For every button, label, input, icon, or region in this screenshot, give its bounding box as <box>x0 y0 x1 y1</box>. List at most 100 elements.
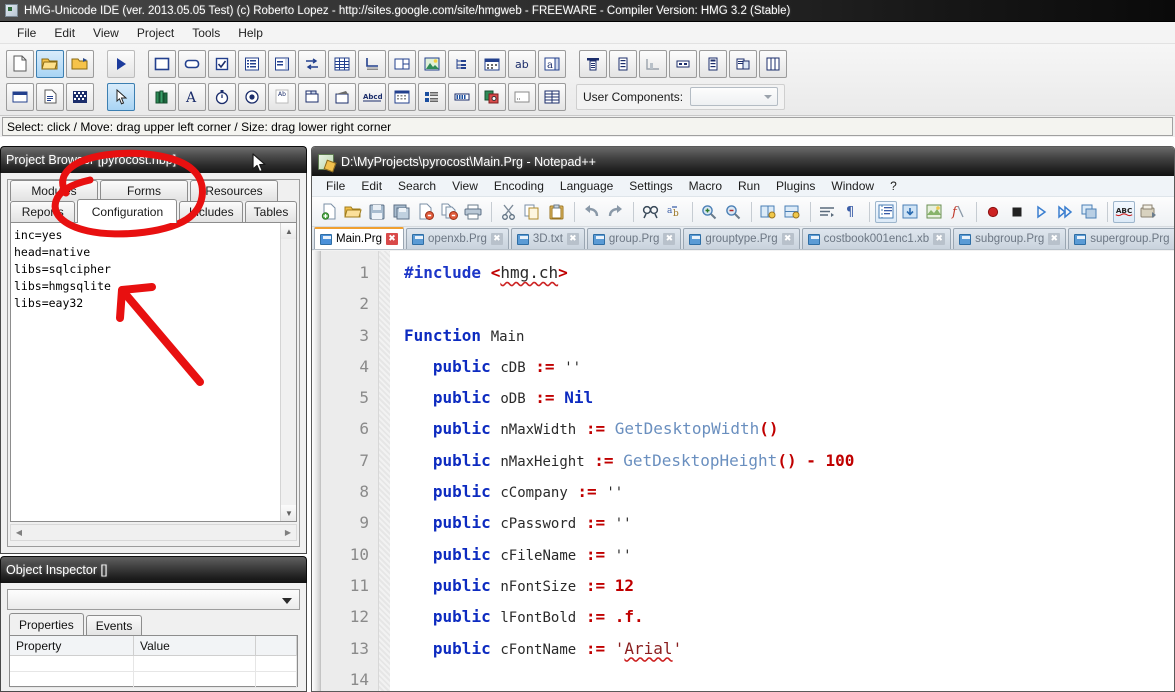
find-icon[interactable] <box>639 201 661 223</box>
open-folder-icon[interactable] <box>36 50 64 78</box>
tab-events[interactable]: Events <box>86 615 143 635</box>
table-icon[interactable] <box>538 83 566 111</box>
report-chart-icon[interactable] <box>639 50 667 78</box>
new-document-icon[interactable] <box>318 201 340 223</box>
table-row[interactable] <box>10 656 297 672</box>
npp-menu-search[interactable]: Search <box>390 178 444 194</box>
tab-forms[interactable]: Forms <box>100 180 188 201</box>
cut-icon[interactable] <box>497 201 519 223</box>
close-icon[interactable]: ✖ <box>491 233 503 245</box>
indent-guide-icon[interactable] <box>875 201 897 223</box>
datepicker-control-icon[interactable] <box>478 50 506 78</box>
label-control-icon[interactable]: ab <box>508 50 536 78</box>
font-icon[interactable]: A <box>178 83 206 111</box>
object-selector-combo[interactable] <box>7 589 300 610</box>
animate-icon[interactable] <box>328 83 356 111</box>
radio-group-icon[interactable] <box>298 50 326 78</box>
listview-icon[interactable] <box>418 83 446 111</box>
configuration-horizontal-scrollbar[interactable]: ◀ ▶ <box>10 524 297 541</box>
document-icon[interactable] <box>36 83 64 111</box>
statusbar-icon[interactable] <box>508 83 536 111</box>
function-list-icon[interactable]: f <box>947 201 969 223</box>
zoom-out-icon[interactable] <box>722 201 744 223</box>
menu-help[interactable]: Help <box>229 24 272 42</box>
scroll-down-icon[interactable]: ▼ <box>281 505 297 521</box>
npp-menu-file[interactable]: File <box>318 178 353 194</box>
tab-configuration[interactable]: Configuration <box>77 199 177 223</box>
run-macro-multiple-icon[interactable] <box>1054 201 1076 223</box>
open-file-icon[interactable] <box>342 201 364 223</box>
tab-tables[interactable]: Tables <box>245 201 297 222</box>
print-icon[interactable] <box>462 201 484 223</box>
splitbox-control-icon[interactable] <box>388 50 416 78</box>
run-icon[interactable] <box>1137 201 1159 223</box>
tab-modules[interactable]: Modules <box>10 180 98 201</box>
document-tab-supergroup-prg[interactable]: supergroup.Prg ✖ <box>1068 228 1174 249</box>
browse-control-icon[interactable] <box>358 50 386 78</box>
treeview-control-icon[interactable] <box>448 50 476 78</box>
copy-icon[interactable] <box>521 201 543 223</box>
tab-properties[interactable]: Properties <box>9 613 84 635</box>
checkbox-control-icon[interactable] <box>208 50 236 78</box>
scroll-right-icon[interactable]: ▶ <box>280 525 296 540</box>
menu-file[interactable]: File <box>8 24 45 42</box>
close-icon[interactable]: ✖ <box>386 233 398 245</box>
grid-control-icon[interactable] <box>328 50 356 78</box>
document-tab-grouptype-prg[interactable]: grouptype.Prg ✖ <box>683 228 799 249</box>
pointer-select-icon[interactable] <box>107 83 135 111</box>
document-tab-main-prg[interactable]: Main.Prg ✖ <box>314 227 404 249</box>
spellcheck-abcd-icon[interactable]: Abcd <box>358 83 386 111</box>
code-editor[interactable]: 1 2 3 4 5 6 7 8 9 10 11 12 13 14 15 16 1… <box>312 251 1174 691</box>
save-macro-icon[interactable] <box>1078 201 1100 223</box>
listbox-control-icon[interactable] <box>238 50 266 78</box>
npp-menu-help[interactable]: ? <box>882 178 905 194</box>
code-folding-margin[interactable] <box>379 251 390 691</box>
redo-icon[interactable] <box>604 201 626 223</box>
table-row[interactable] <box>10 672 297 688</box>
npp-menu-run[interactable]: Run <box>730 178 768 194</box>
close-all-documents-icon[interactable] <box>438 201 460 223</box>
timer-icon[interactable] <box>208 83 236 111</box>
editor-bookmark-margin[interactable] <box>312 251 321 691</box>
tab-reports[interactable]: Reports <box>10 201 75 222</box>
report-detail-icon[interactable] <box>699 50 727 78</box>
npp-menu-window[interactable]: Window <box>823 178 882 194</box>
npp-menu-plugins[interactable]: Plugins <box>768 178 823 194</box>
tab-includes[interactable]: Includes <box>179 201 243 222</box>
zoom-in-icon[interactable] <box>698 201 720 223</box>
close-icon[interactable]: ✖ <box>1174 233 1175 245</box>
npp-menu-view[interactable]: View <box>444 178 486 194</box>
window-icon[interactable] <box>6 83 34 111</box>
run-icon[interactable] <box>107 50 135 78</box>
scroll-up-icon[interactable]: ▲ <box>281 223 297 239</box>
combobox-control-icon[interactable] <box>268 50 296 78</box>
close-icon[interactable]: ✖ <box>567 233 579 245</box>
close-icon[interactable]: ✖ <box>663 233 675 245</box>
report-page-icon[interactable] <box>609 50 637 78</box>
document-tab-3d-txt[interactable]: 3D.txt ✖ <box>511 228 585 249</box>
document-map-icon[interactable] <box>923 201 945 223</box>
grid-pattern-icon[interactable] <box>66 83 94 111</box>
play-macro-icon[interactable] <box>1030 201 1052 223</box>
menu-tools[interactable]: Tools <box>183 24 229 42</box>
configuration-list-area[interactable]: inc=yes head=native libs=sqlcipher libs=… <box>10 222 297 522</box>
spell-check-icon[interactable]: ABC <box>1113 201 1135 223</box>
report-group-icon[interactable] <box>729 50 757 78</box>
show-all-characters-icon[interactable]: ¶ <box>840 201 862 223</box>
paste-icon[interactable] <box>545 201 567 223</box>
tab-control-icon[interactable] <box>298 83 326 111</box>
notepad-titlebar[interactable]: D:\MyProjects\pyrocost\Main.Prg - Notepa… <box>312 147 1174 176</box>
save-icon[interactable] <box>366 201 388 223</box>
report-columns-icon[interactable] <box>759 50 787 78</box>
button-control-icon[interactable] <box>148 50 176 78</box>
document-tab-group-prg[interactable]: group.Prg ✖ <box>587 228 682 249</box>
stop-recording-icon[interactable] <box>1006 201 1028 223</box>
close-icon[interactable]: ✖ <box>1048 233 1060 245</box>
progressbar-icon[interactable] <box>448 83 476 111</box>
toolbar-books-icon[interactable] <box>148 83 176 111</box>
tab-resources[interactable]: Resources <box>190 180 278 201</box>
menu-view[interactable]: View <box>84 24 128 42</box>
menu-edit[interactable]: Edit <box>45 24 84 42</box>
npp-menu-edit[interactable]: Edit <box>353 178 390 194</box>
menu-project[interactable]: Project <box>128 24 183 42</box>
